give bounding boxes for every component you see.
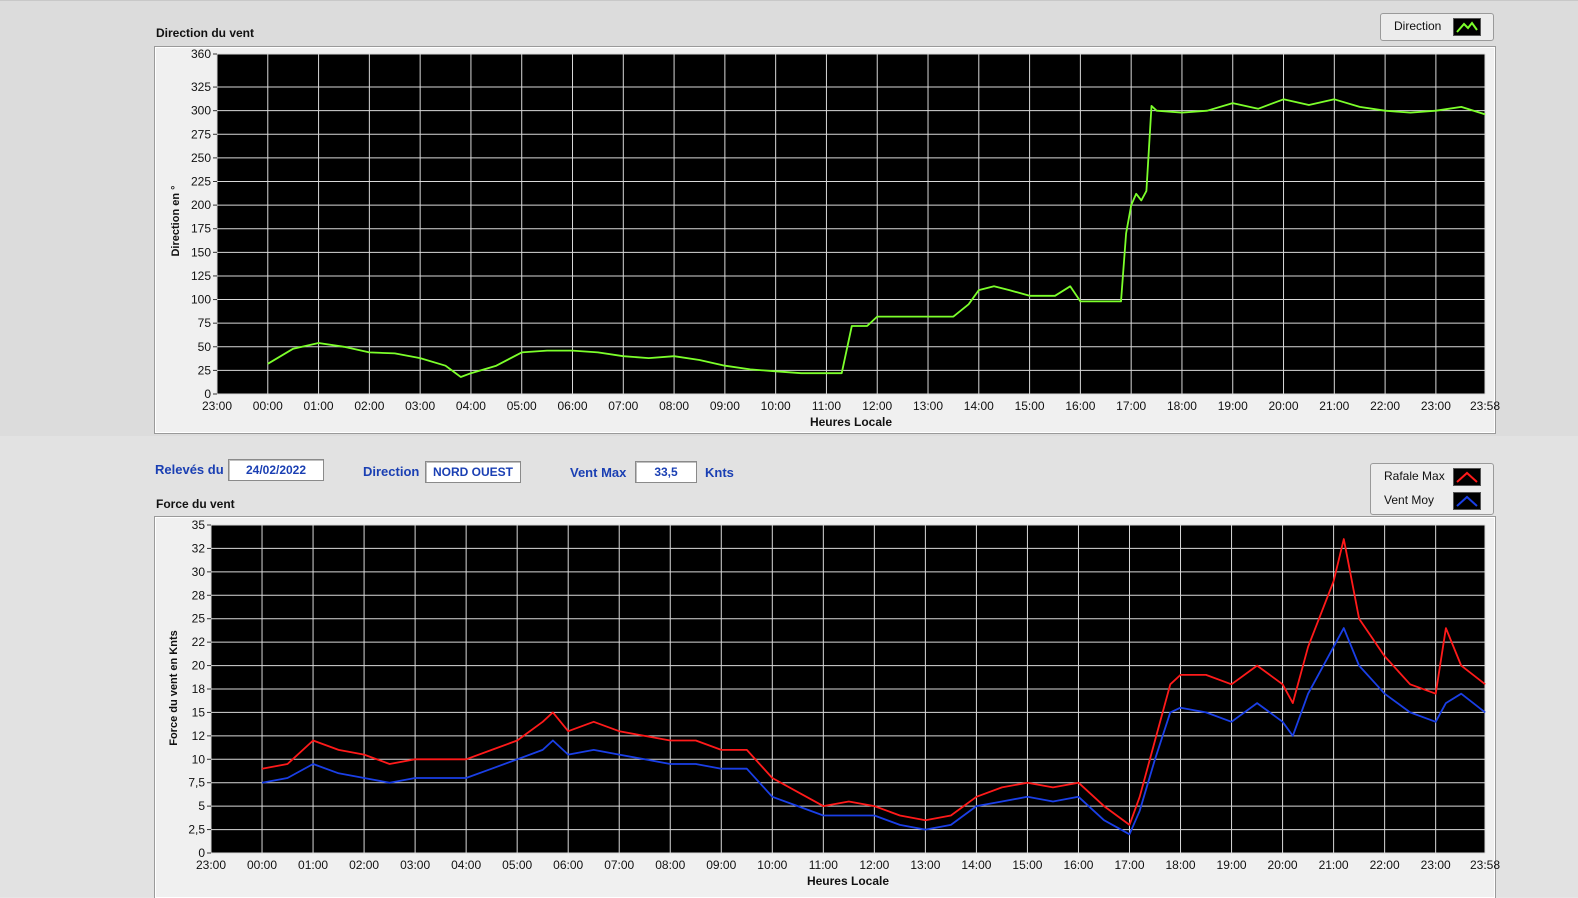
x-tick-label: 10:00 (761, 399, 791, 413)
y-tick-label: 200 (191, 198, 211, 212)
y-tick-label: 15 (192, 705, 206, 719)
x-tick-label: 09:00 (706, 858, 736, 872)
y-tick-label: 75 (198, 316, 212, 330)
plot-area (217, 54, 1485, 394)
x-tick-label: 11:00 (809, 858, 838, 872)
x-tick-label: 00:00 (253, 399, 283, 413)
x-tick-label: 23:58 (1470, 858, 1500, 872)
x-tick-label: 13:00 (913, 399, 943, 413)
x-tick-label: 12:00 (862, 399, 892, 413)
y-tick-label: 35 (192, 518, 206, 532)
x-tick-label: 18:00 (1166, 858, 1196, 872)
x-tick-label: 23:58 (1470, 399, 1500, 413)
x-tick-label: 07:00 (604, 858, 634, 872)
x-tick-label: 13:00 (910, 858, 940, 872)
x-tick-label: 04:00 (451, 858, 481, 872)
x-tick-label: 15:00 (1012, 858, 1042, 872)
y-tick-label: 360 (191, 47, 211, 61)
y-tick-label: 7,5 (188, 776, 205, 790)
x-tick-label: 14:00 (961, 858, 991, 872)
y-tick-label: 28 (192, 588, 206, 602)
y-tick-label: 50 (198, 340, 212, 354)
y-tick-label: 25 (192, 612, 206, 626)
x-tick-label: 23:00 (196, 858, 226, 872)
y-tick-label: 225 (191, 175, 211, 189)
x-tick-label: 21:00 (1319, 399, 1349, 413)
y-tick-label: 2,5 (188, 823, 205, 837)
x-tick-label: 02:00 (349, 858, 379, 872)
x-axis-title: Heures Locale (810, 415, 892, 429)
y-tick-label: 25 (198, 363, 212, 377)
x-tick-label: 21:00 (1319, 858, 1349, 872)
x-tick-label: 00:00 (247, 858, 277, 872)
x-tick-label: 14:00 (964, 399, 994, 413)
x-tick-label: 23:00 (1421, 858, 1451, 872)
x-tick-label: 20:00 (1268, 858, 1298, 872)
x-tick-label: 17:00 (1116, 399, 1146, 413)
y-tick-label: 5 (198, 799, 205, 813)
x-tick-label: 04:00 (456, 399, 486, 413)
y-tick-label: 30 (192, 565, 206, 579)
x-tick-label: 05:00 (502, 858, 532, 872)
y-tick-label: 12 (192, 729, 206, 743)
x-axis-title: Heures Locale (807, 874, 889, 888)
y-tick-label: 10 (192, 752, 206, 766)
x-tick-label: 08:00 (659, 399, 689, 413)
x-tick-label: 11:00 (812, 399, 841, 413)
x-tick-label: 23:00 (1421, 399, 1451, 413)
x-tick-label: 01:00 (304, 399, 334, 413)
x-tick-label: 12:00 (859, 858, 889, 872)
x-tick-label: 03:00 (400, 858, 430, 872)
x-tick-label: 09:00 (710, 399, 740, 413)
y-tick-label: 300 (191, 104, 211, 118)
x-tick-label: 16:00 (1063, 858, 1093, 872)
x-tick-label: 18:00 (1167, 399, 1197, 413)
y-tick-label: 0 (198, 846, 205, 860)
direction-chart: 23:00 00:00 01:00 02:00 03:00 04:00 05:00 06:00… (191, 47, 1500, 429)
x-tick-label: 19:00 (1218, 399, 1248, 413)
y-tick-label: 275 (191, 127, 211, 141)
x-tick-label: 17:00 (1114, 858, 1144, 872)
y-tick-label: 125 (191, 269, 211, 283)
y-tick-label: 22 (192, 635, 206, 649)
x-tick-label: 02:00 (354, 399, 384, 413)
y-tick-label: 0 (204, 387, 211, 401)
y-tick-label: 20 (192, 659, 206, 673)
force-chart: 23:00 00:00 01:00 02:00 03:00 04:00 05:00 06:00… (188, 518, 1500, 888)
x-tick-label: 19:00 (1217, 858, 1247, 872)
x-tick-label: 05:00 (507, 399, 537, 413)
y-tick-label: 18 (192, 682, 206, 696)
x-tick-label: 07:00 (608, 399, 638, 413)
y-tick-label: 32 (192, 541, 206, 555)
y-tick-label: 250 (191, 151, 211, 165)
x-tick-label: 22:00 (1370, 399, 1400, 413)
y-tick-label: 325 (191, 80, 211, 94)
x-tick-label: 06:00 (553, 858, 583, 872)
x-tick-label: 15:00 (1015, 399, 1045, 413)
x-tick-label: 20:00 (1269, 399, 1299, 413)
x-tick-label: 08:00 (655, 858, 685, 872)
y-tick-label: 175 (191, 222, 211, 236)
x-tick-label: 23:00 (202, 399, 232, 413)
x-tick-label: 06:00 (557, 399, 587, 413)
x-tick-label: 16:00 (1065, 399, 1095, 413)
x-tick-label: 22:00 (1370, 858, 1400, 872)
x-tick-label: 03:00 (405, 399, 435, 413)
x-tick-label: 10:00 (757, 858, 787, 872)
y-tick-label: 150 (191, 245, 211, 259)
y-tick-label: 100 (191, 293, 211, 307)
x-tick-label: 01:00 (298, 858, 328, 872)
